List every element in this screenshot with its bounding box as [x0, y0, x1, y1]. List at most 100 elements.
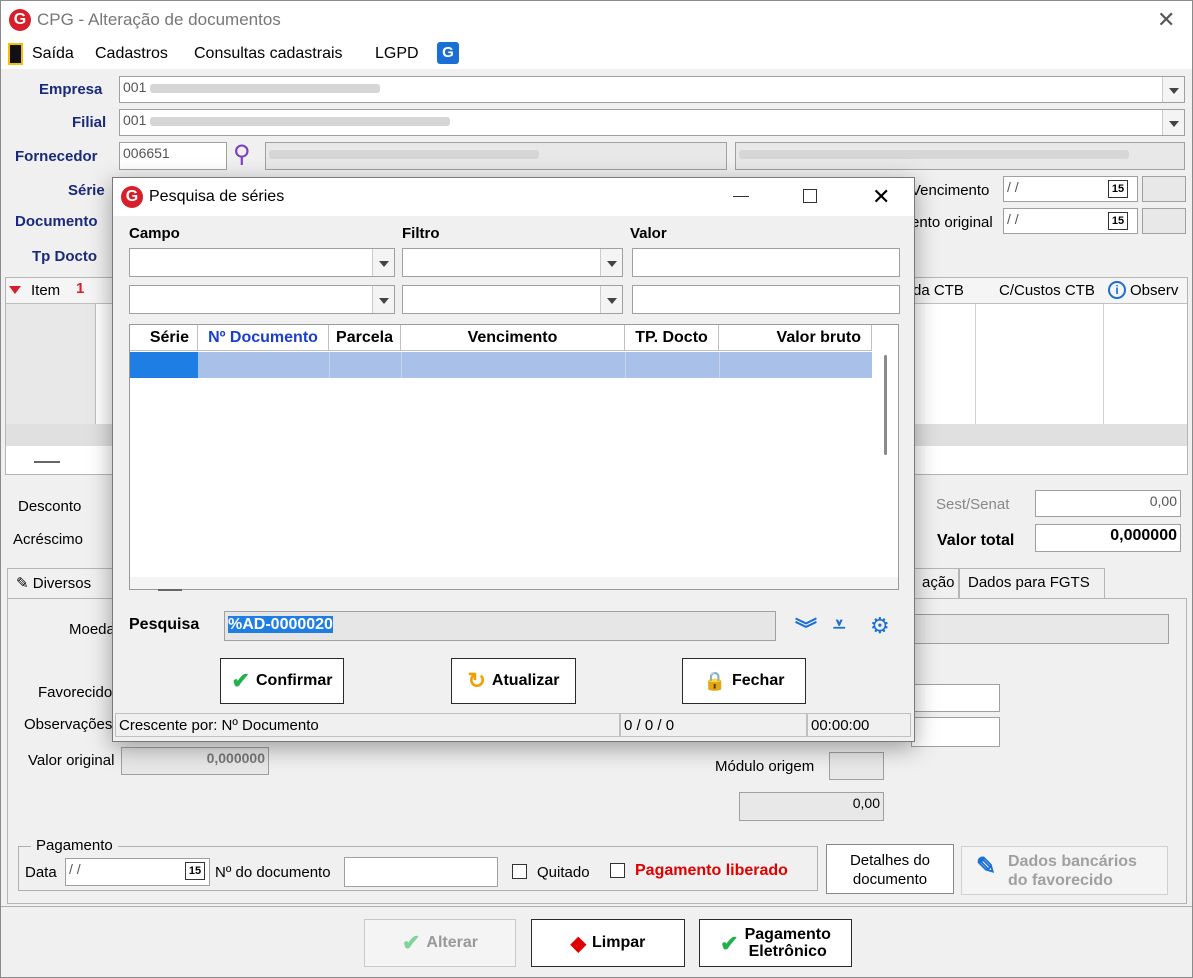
- menu-bar: Saída Cadastros Consultas cadastrais LGP…: [1, 39, 1192, 69]
- limpar-label: Limpar: [592, 934, 646, 951]
- valor-label: Valor: [630, 225, 667, 242]
- chevron-down-icon[interactable]: [1162, 77, 1184, 102]
- tab-observacao[interactable]: ação: [913, 568, 959, 598]
- footer-divider: [1, 906, 1192, 907]
- close-icon[interactable]: ✕: [872, 184, 890, 210]
- serie-label: Série: [68, 182, 105, 199]
- maximize-icon[interactable]: [803, 189, 817, 203]
- moeda-label: Moeda: [69, 621, 115, 638]
- filial-select[interactable]: 001: [119, 109, 1185, 136]
- vencimento-label: Vencimento: [911, 182, 990, 199]
- col-serie[interactable]: Série: [130, 325, 198, 351]
- tab-fgts[interactable]: Dados para FGTS: [959, 568, 1105, 598]
- fechar-button[interactable]: 🔒 Fechar: [682, 658, 806, 704]
- gear-icon[interactable]: ⚙: [870, 613, 890, 639]
- quitado-checkbox[interactable]: [512, 864, 527, 879]
- chevron-down-to-end-icon[interactable]: ⩡: [833, 612, 845, 638]
- minimize-icon[interactable]: [733, 196, 749, 197]
- tab-diversos[interactable]: ✎ Diversos: [7, 568, 113, 598]
- col-valorbruto[interactable]: Valor bruto: [719, 325, 872, 351]
- calendar-icon[interactable]: 15: [1108, 180, 1128, 198]
- status-counts: 0 / 0 / 0: [620, 713, 807, 737]
- col-ndocumento[interactable]: Nº Documento: [198, 325, 329, 351]
- app-logo-icon: G: [121, 186, 143, 208]
- pagamento-eletronico-button[interactable]: ✔ Pagamento Eletrônico: [699, 919, 852, 967]
- items-grid-fixed-cols: [6, 304, 96, 424]
- filial-value: 001: [123, 112, 147, 128]
- fornecedor-label: Fornecedor: [15, 148, 98, 165]
- col-observ[interactable]: Observ: [1130, 282, 1178, 299]
- modulo-label: Módulo origem: [715, 758, 815, 775]
- search-icon[interactable]: ⚲: [233, 140, 251, 169]
- filial-label: Filial: [72, 114, 107, 131]
- pagamento-data-value: / /: [69, 861, 81, 877]
- menu-lgpd[interactable]: LGPD: [375, 45, 419, 63]
- filtro-label: Filtro: [402, 225, 440, 242]
- double-chevron-down-icon[interactable]: ︾: [795, 612, 817, 644]
- ndoc-input[interactable]: [344, 857, 498, 887]
- pesquisa-series-dialog: G Pesquisa de séries ✕ Campo Filtro Valo…: [112, 177, 915, 742]
- valor-input-1[interactable]: [632, 248, 900, 277]
- ndoc-label: Nº do documento: [215, 864, 331, 881]
- sort-order-icon: 1: [76, 280, 85, 297]
- fornecedor-code-input[interactable]: 006651: [119, 142, 227, 170]
- exit-door-icon[interactable]: [8, 43, 23, 65]
- grid-minimize-bar: [158, 589, 182, 591]
- favorecido-field[interactable]: [911, 684, 1000, 712]
- col-parcela[interactable]: Parcela: [329, 325, 401, 351]
- liberado-checkbox[interactable]: [610, 863, 625, 878]
- atualizar-button[interactable]: ↻ Atualizar: [451, 658, 576, 704]
- pagamento-data-label: Data: [25, 864, 57, 881]
- campo-select-2[interactable]: [129, 285, 395, 314]
- filial-name-redacted: [150, 116, 451, 126]
- col-tpdocto[interactable]: TP. Docto: [625, 325, 719, 351]
- detalhes-label-2: documento: [852, 871, 928, 888]
- app-logo-icon: G: [9, 9, 31, 31]
- chevron-down-icon[interactable]: [1162, 110, 1184, 135]
- info-icon: i: [1108, 281, 1126, 299]
- pagamento-label-1: Pagamento: [744, 926, 831, 943]
- col-item[interactable]: Item: [31, 282, 60, 299]
- pesquisa-input[interactable]: %AD-0000020: [224, 611, 776, 641]
- campo-select-1[interactable]: [129, 248, 395, 277]
- table-row[interactable]: [130, 352, 872, 378]
- favorecido-label: Favorecido: [38, 684, 113, 701]
- confirmar-button[interactable]: ✔ Confirmar: [220, 658, 344, 704]
- calendar-icon[interactable]: 15: [185, 862, 205, 880]
- observacoes-field[interactable]: [911, 717, 1000, 747]
- filtro-select-2[interactable]: [402, 285, 623, 314]
- valor-input-2[interactable]: [632, 285, 900, 314]
- empresa-select[interactable]: 001: [119, 76, 1185, 103]
- g-app-icon[interactable]: G: [437, 42, 459, 64]
- documento-label: Documento: [15, 213, 98, 230]
- chevron-down-icon[interactable]: [372, 249, 394, 276]
- calendar-icon[interactable]: 15: [1108, 212, 1128, 230]
- limpar-button[interactable]: ◆ Limpar: [531, 919, 685, 967]
- dados-label-1: Dados bancários: [1008, 853, 1137, 870]
- detalhes-button[interactable]: Detalhes do documento: [826, 844, 954, 894]
- title-bar: G CPG - Alteração de documentos ✕: [1, 1, 1192, 39]
- refresh-icon: ↻: [467, 668, 486, 693]
- cell-divider: [625, 352, 626, 378]
- series-results-grid[interactable]: Série Nº Documento Parcela Vencimento TP…: [129, 324, 899, 591]
- close-icon[interactable]: ✕: [1157, 7, 1175, 33]
- sestsenat-field[interactable]: 0,00: [1035, 490, 1181, 517]
- fornecedor-detail-field: [735, 142, 1185, 170]
- dados-bancarios-button[interactable]: ✎ Dados bancários do favorecido: [961, 846, 1168, 895]
- menu-consultas[interactable]: Consultas cadastrais: [194, 45, 343, 63]
- chevron-down-icon[interactable]: [600, 249, 622, 276]
- desconto-label: Desconto: [18, 498, 82, 515]
- col-vencimento[interactable]: Vencimento: [401, 325, 625, 351]
- lock-icon: 🔒: [703, 670, 726, 691]
- alterar-button[interactable]: ✔ Alterar: [364, 919, 516, 967]
- vertical-scrollbar[interactable]: [884, 355, 887, 455]
- horizontal-scrollbar[interactable]: [130, 577, 898, 589]
- menu-saida[interactable]: Saída: [32, 45, 74, 63]
- col-ccusto[interactable]: C/Custos CTB: [999, 282, 1095, 299]
- chevron-down-icon[interactable]: [600, 286, 622, 313]
- chevron-down-icon[interactable]: [372, 286, 394, 313]
- menu-cadastros[interactable]: Cadastros: [95, 45, 168, 63]
- col-ctb[interactable]: da CTB: [913, 282, 964, 299]
- empresa-label: Empresa: [39, 81, 103, 98]
- filtro-select-1[interactable]: [402, 248, 623, 277]
